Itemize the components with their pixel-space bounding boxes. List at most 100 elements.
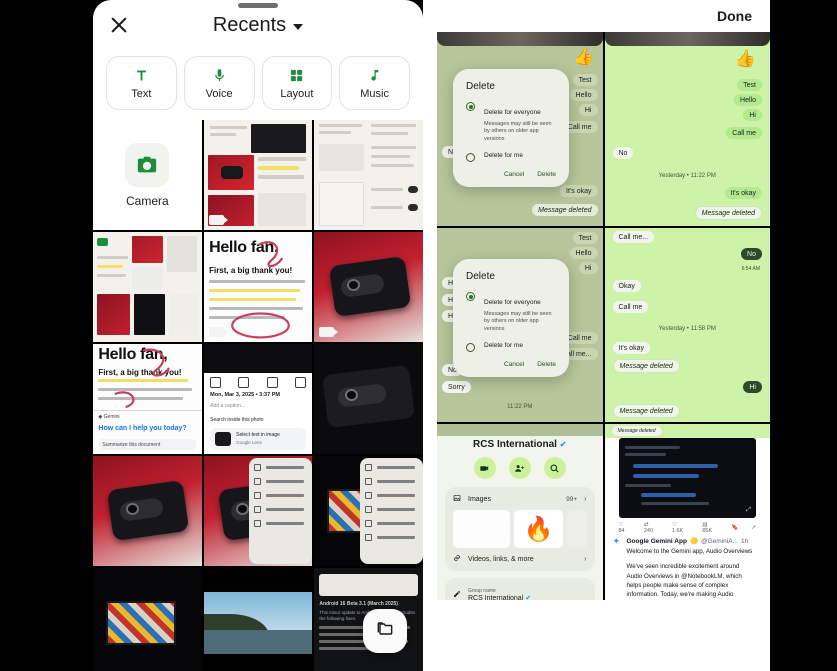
thumb-phone-photo xyxy=(314,232,423,342)
share-icon[interactable]: ↗ xyxy=(751,525,756,531)
radio-unselected-icon[interactable] xyxy=(466,343,475,353)
collage-tile-rcs-group-details[interactable]: RCS International ✔ Images 99+ › 🔥 Video… xyxy=(437,424,603,600)
media-thumb-fire[interactable]: 🔥 xyxy=(513,510,564,548)
option-label: Delete for everyone xyxy=(484,109,541,116)
photo-thumb[interactable] xyxy=(314,456,423,566)
collage-tile-chat-thread-2[interactable]: Call me... No 6:54 AM Okay Call me Yeste… xyxy=(604,228,770,422)
photo-thumb[interactable] xyxy=(203,120,313,230)
menu-item-cast[interactable] xyxy=(254,478,307,485)
menu-item-download[interactable] xyxy=(364,492,418,499)
rcs-images-card[interactable]: Images 99+ › 🔥 Videos, links, & more › xyxy=(445,487,595,571)
rcs-group-name-item[interactable]: Group name RCS International ✔ xyxy=(453,584,587,600)
rcs-images-row[interactable]: Images 99+ › xyxy=(453,494,587,504)
collections-fab-button[interactable] xyxy=(363,609,407,653)
views-stat[interactable]: ▥ 85K xyxy=(702,522,718,534)
search-icon[interactable] xyxy=(543,457,566,479)
photo-thumb[interactable]: Hello fan, First, a big thank you! xyxy=(203,232,313,342)
photo-thumb[interactable] xyxy=(93,232,202,342)
radio-selected-icon[interactable] xyxy=(466,102,475,111)
delete-dialog[interactable]: Delete Delete for everyone Messages may … xyxy=(453,69,569,188)
post-video-preview[interactable]: ⤢ xyxy=(618,438,756,518)
photo-thumb[interactable] xyxy=(203,456,313,566)
chat-bubble: Hi xyxy=(743,381,762,393)
photo-thumb[interactable] xyxy=(314,120,423,230)
rcs-media-previews: 🔥 xyxy=(453,510,587,548)
dialog-option-everyone[interactable]: Delete for everyone Messages may still b… xyxy=(466,101,556,143)
sheet-header: Recents xyxy=(93,0,423,50)
retweet-stat[interactable]: ⇄ 240 xyxy=(644,522,659,534)
photo-thumb[interactable] xyxy=(93,456,202,566)
collage-tile-chat-thread-1[interactable]: 👍 Test Hello Hi Call me No Yesterday • 1… xyxy=(604,32,770,226)
photo-thumb[interactable] xyxy=(203,568,313,671)
photo-thumb[interactable] xyxy=(314,344,423,454)
menu-item-cast-2[interactable] xyxy=(364,478,418,485)
delete-button[interactable]: Delete xyxy=(537,361,556,368)
menu-item-print-2[interactable] xyxy=(364,506,418,513)
overflow-menu-panel-2[interactable] xyxy=(359,458,423,564)
photo-detail-caption[interactable]: Add a caption... xyxy=(210,403,245,409)
photo-thumb[interactable]: Mon, Mar 3, 2025 • 3:37 PM Add a caption… xyxy=(203,344,313,454)
done-button[interactable]: Done xyxy=(717,8,752,24)
collage-tile-delete-dialog-2[interactable]: Test Hello Hi Hi Hello Hi Call me Call m… xyxy=(437,228,603,422)
add-person-icon[interactable] xyxy=(508,457,531,479)
menu-item-print[interactable] xyxy=(254,492,307,499)
chevron-down-icon[interactable] xyxy=(293,23,304,30)
dialog-option-me[interactable]: Delete for me xyxy=(466,342,556,353)
chat-bubble: Test xyxy=(572,232,598,244)
thumb-phone-dark xyxy=(314,344,423,454)
menu-item-help[interactable] xyxy=(254,520,307,527)
dialog-option-me[interactable]: Delete for me xyxy=(466,152,556,163)
menu-item-add-to-album-2[interactable] xyxy=(364,520,418,527)
media-thumb[interactable] xyxy=(567,510,587,548)
photo-thumb[interactable]: Hello fan, First, a big thank you! ◆ Gem… xyxy=(93,344,202,454)
chevron-right-icon[interactable]: › xyxy=(584,496,586,503)
thumbs-up-icon: 👍 xyxy=(734,49,756,68)
menu-item-slideshow[interactable] xyxy=(254,464,307,471)
media-picker-sheet: Recents Text Voice Layout Music Camera H… xyxy=(93,0,423,671)
photo-thumb[interactable] xyxy=(314,232,423,342)
thumb-document-grid xyxy=(93,232,202,342)
chat-bubble: No xyxy=(612,147,634,159)
rcs-images-count: 99+ xyxy=(566,495,578,503)
lens-card[interactable]: Select text in image Google Lens xyxy=(210,427,306,450)
rcs-top-strip xyxy=(437,424,603,436)
like-stat[interactable]: ♡ 1.6K xyxy=(672,522,689,534)
overflow-menu-panel[interactable] xyxy=(249,458,313,564)
chip-text[interactable]: Text xyxy=(106,56,177,110)
collections-folder-icon xyxy=(375,619,395,644)
option-label: Delete for me xyxy=(484,152,524,160)
cancel-button[interactable]: Cancel xyxy=(504,171,524,178)
option-sublabel: Messages may still be seen by others on … xyxy=(484,121,552,142)
menu-item-help-2[interactable] xyxy=(364,534,418,541)
thumb-tv-photo-2 xyxy=(93,568,202,671)
help-icon xyxy=(254,520,262,527)
chat-bubble: Hi xyxy=(578,104,598,116)
chevron-right-icon[interactable]: › xyxy=(584,556,586,563)
rcs-videos-links-row[interactable]: Videos, links, & more › xyxy=(453,554,587,564)
bookmark-icon[interactable]: 🔖 xyxy=(732,525,739,531)
collage-tile-delete-dialog-1[interactable]: 👍 Test Hello Hi Call me No It's okay Mes… xyxy=(437,32,603,226)
radio-selected-icon[interactable] xyxy=(466,292,475,301)
photo-thumb[interactable] xyxy=(93,568,202,671)
reply-stat[interactable]: ♡ 84 xyxy=(619,522,631,534)
photo-detail-date: Mon, Mar 3, 2025 • 3:37 PM xyxy=(210,392,280,399)
chat-bubble: Hello xyxy=(734,94,762,106)
chat-bubble: Call me xyxy=(612,301,649,313)
chip-music[interactable]: Music xyxy=(339,56,410,110)
camera-tile[interactable]: Camera xyxy=(93,120,202,230)
menu-item-add-to-album[interactable] xyxy=(254,506,307,513)
collage-tile-social-post[interactable]: Message deleted ⤢ ♡ 84 ⇄ 240 ♡ 1.6K ▥ 85… xyxy=(604,424,770,600)
dialog-option-everyone[interactable]: Delete for everyone Messages may still b… xyxy=(466,291,556,333)
post-body: We've seen incredible excitement around … xyxy=(626,563,742,599)
chip-voice[interactable]: Voice xyxy=(183,56,255,110)
video-call-icon[interactable] xyxy=(473,457,496,479)
delete-dialog-2[interactable]: Delete Delete for everyone Messages may … xyxy=(453,259,569,378)
chip-layout[interactable]: Layout xyxy=(261,56,333,110)
close-icon[interactable] xyxy=(107,13,131,37)
menu-item-slideshow-2[interactable] xyxy=(364,464,418,471)
expand-icon[interactable]: ⤢ xyxy=(746,507,751,514)
media-thumb[interactable] xyxy=(453,510,510,548)
cancel-button[interactable]: Cancel xyxy=(504,361,524,368)
radio-unselected-icon[interactable] xyxy=(466,153,475,163)
delete-button[interactable]: Delete xyxy=(537,171,556,178)
